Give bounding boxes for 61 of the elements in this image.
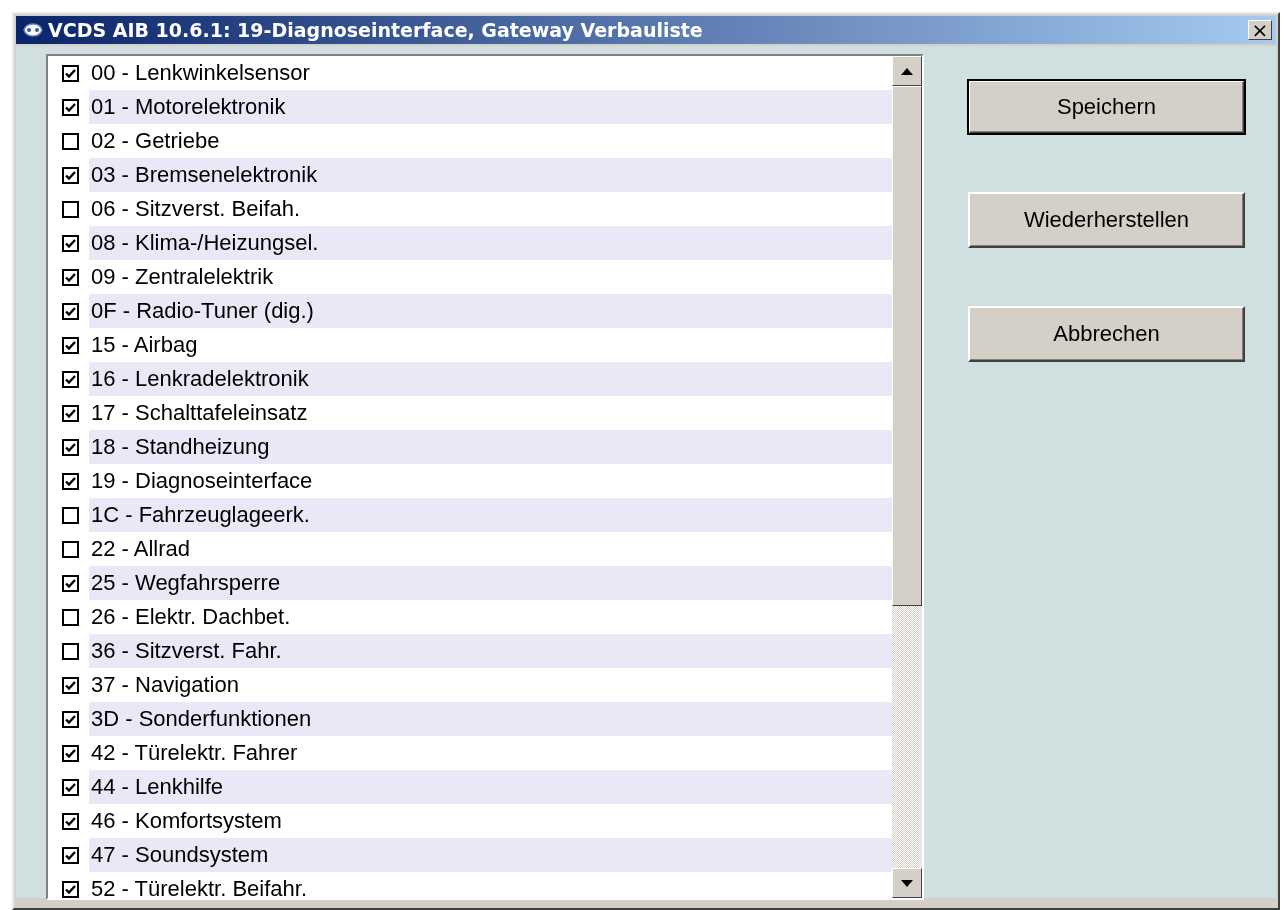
checkbox[interactable] [62,336,79,354]
item-label: 1C - Fahrzeuglageerk. [91,502,310,528]
checkbox[interactable] [62,710,79,728]
item-label: 01 - Motorelektronik [91,94,286,120]
checkbox[interactable] [62,64,79,82]
item-label: 00 - Lenkwinkelsensor [91,60,310,86]
down-arrow-icon [901,879,913,887]
dialog-button[interactable]: Speichern [968,80,1245,134]
item-label: 15 - Airbag [91,332,198,358]
checkbox[interactable] [62,540,79,558]
close-button[interactable]: × [1248,20,1272,40]
item-label: 3D - Sonderfunktionen [91,706,312,732]
item-label: 03 - Bremsenelektronik [91,162,318,188]
checkbox[interactable] [62,370,79,388]
item-label: 36 - Sitzverst. Fahr. [91,638,282,664]
item-label: 47 - Soundsystem [91,842,269,868]
checkbox[interactable] [62,438,79,456]
checkbox[interactable] [62,846,79,864]
item-label: 06 - Sitzverst. Beifah. [91,196,301,222]
checkbox[interactable] [62,812,79,830]
item-label: 16 - Lenkradelektronik [91,366,309,392]
scroll-thumb[interactable] [892,86,922,606]
item-label: 26 - Elektr. Dachbet. [91,604,291,630]
checkbox[interactable] [62,744,79,762]
item-label: 17 - Schalttafeleinsatz [91,400,308,426]
item-label: 02 - Getriebe [91,128,220,154]
item-label: 09 - Zentralelektrik [91,264,274,290]
item-label: 18 - Standheizung [91,434,270,460]
checkbox[interactable] [62,200,79,218]
item-label: 44 - Lenkhilfe [91,774,224,800]
item-label: 42 - Türelektr. Fahrer [91,740,298,766]
checkbox[interactable] [62,132,79,150]
checkbox[interactable] [62,676,79,694]
item-label: 37 - Navigation [91,672,239,698]
item-label: 25 - Wegfahrsperre [91,570,281,596]
item-label: 0F - Radio-Tuner (dig.) [91,298,314,324]
checkbox[interactable] [62,166,79,184]
scrollbar[interactable] [892,56,922,898]
checkbox[interactable] [62,642,79,660]
checkbox[interactable] [62,608,79,626]
checkbox[interactable] [62,98,79,116]
up-arrow-icon [901,67,913,75]
dialog-button[interactable]: Wiederherstellen [968,192,1245,248]
item-label: 22 - Allrad [91,536,191,562]
checkbox[interactable] [62,472,79,490]
item-label: 08 - Klima-/Heizungsel. [91,230,319,256]
checkbox[interactable] [62,302,79,320]
item-label: 19 - Diagnoseinterface [91,468,313,494]
checkbox[interactable] [62,574,79,592]
checkbox[interactable] [62,506,79,524]
checkbox[interactable] [62,778,79,796]
window-title: VCDS AIB 10.6.1: 19-Diagnoseinterface, Gateway Verbauliste [48,19,704,41]
checkbox[interactable] [62,404,79,422]
checkbox[interactable] [62,880,79,898]
item-label: 46 - Komfortsystem [91,808,282,834]
dialog-button[interactable]: Abbrechen [968,306,1245,362]
item-label: 52 - Türelektr. Beifahr. [91,876,308,898]
scroll-up-button[interactable] [892,56,922,86]
checkbox[interactable] [62,234,79,252]
scroll-down-button[interactable] [892,868,922,898]
checkbox[interactable] [62,268,79,286]
